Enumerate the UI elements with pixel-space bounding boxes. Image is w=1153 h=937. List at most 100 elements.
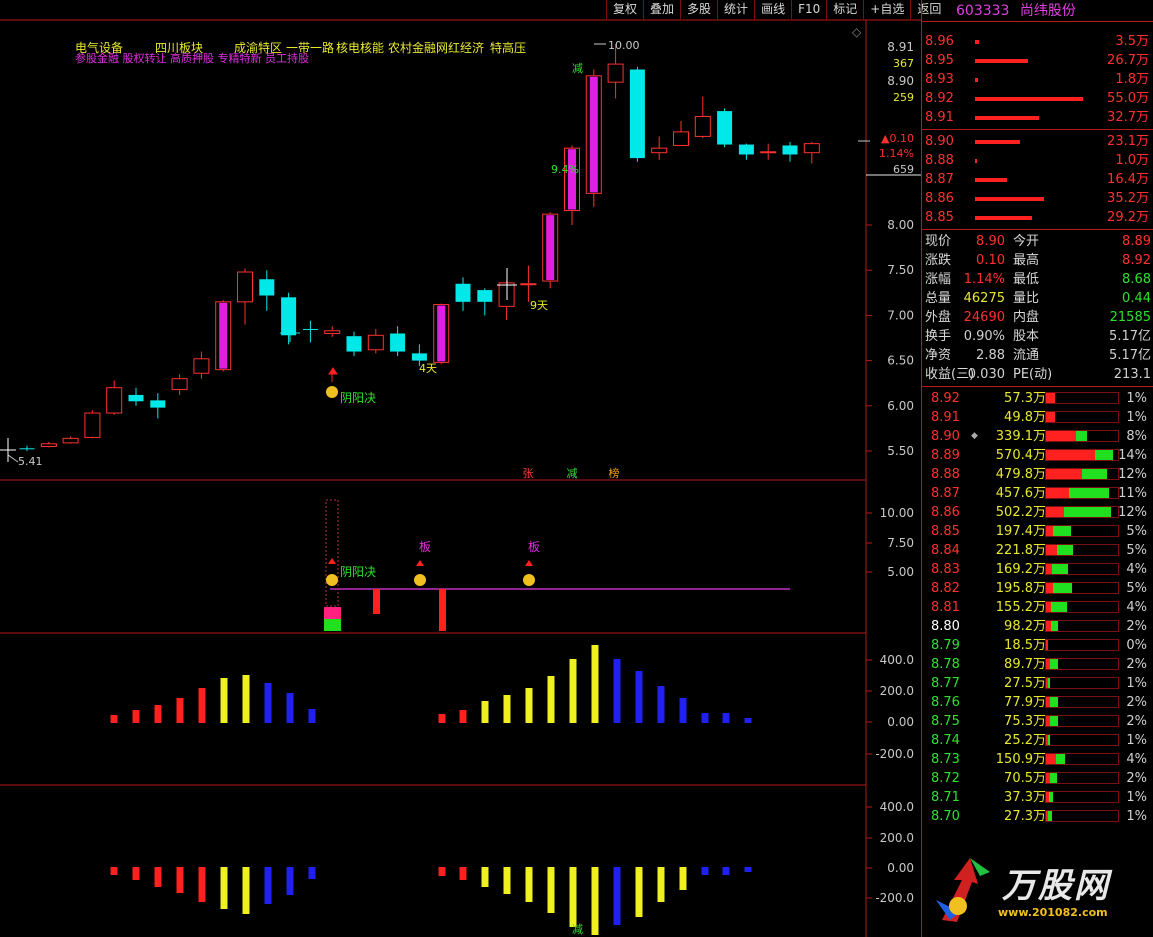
ask-bar (975, 40, 980, 44)
indicator-bar (438, 867, 446, 876)
jian-annotation: 减 (572, 923, 583, 936)
vbp-bar (1045, 468, 1119, 480)
stock-chart-window: 复权 叠加 多股 统计 画线 F10 标记 +自选 返回 10.00 7.50 5.… (0, 0, 1153, 937)
volume-by-price: 8.92 57.3万 1% 8.91 49.8万 1% 8.90 339.1万 8% ◆ 8.89 5… (922, 389, 1153, 826)
candle-body-highlight (546, 215, 555, 281)
ask-price: 8.96 (925, 34, 954, 49)
stat-label: 收益(三) (925, 367, 975, 382)
candle-body (607, 63, 624, 83)
stat-label: 量比 (1013, 291, 1040, 306)
bid-row[interactable]: 8.87 16.4万 (922, 170, 1153, 189)
indicator-bar (525, 688, 533, 723)
y-tick-label: 0.00 (887, 715, 914, 729)
stat-row: 净资 2.88 流通 5.17亿 (922, 346, 1153, 365)
indicator-bar (569, 867, 577, 927)
vbp-price: 8.77 (931, 676, 960, 691)
vbp-bar (1045, 430, 1119, 442)
vbp-price: 8.91 (931, 410, 960, 425)
ask-row[interactable]: 8.93 1.8万 (922, 70, 1153, 89)
candle-body (651, 147, 668, 154)
indicator-bar (635, 867, 643, 917)
current-price-marker-icon: ◆ (971, 431, 978, 441)
bid-row[interactable]: 8.90 23.1万 (922, 132, 1153, 151)
vbp-percent: 14% (1118, 448, 1147, 463)
bid-row[interactable]: 8.86 35.2万 (922, 189, 1153, 208)
volume-price-row: 8.84 221.8万 5% (922, 541, 1153, 560)
stat-value: 0.10 (976, 253, 1005, 268)
ask-bar (975, 59, 1028, 63)
volume-price-row: 8.86 502.2万 12% (922, 503, 1153, 522)
candle-body (281, 297, 297, 336)
vbp-volume: 98.2万 (1004, 619, 1046, 634)
vbp-volume: 457.6万 (995, 486, 1046, 501)
y-info-vol: 659 (893, 163, 914, 176)
vbp-bar (1045, 734, 1119, 746)
ban-annotation: 板 (528, 540, 540, 554)
vbp-bar (1045, 677, 1119, 689)
candle-body (237, 271, 253, 303)
volume-price-row: 8.85 197.4万 5% (922, 522, 1153, 541)
indicator-bar (308, 709, 316, 723)
indicator-bar (679, 698, 687, 723)
vbp-percent: 5% (1126, 524, 1147, 539)
indicator-bar (176, 698, 184, 723)
bid-bar (975, 178, 1008, 182)
stat-value: 0.90% (963, 329, 1005, 344)
volume-price-row: 8.74 25.2万 1% (922, 731, 1153, 750)
candlesticks (19, 44, 820, 451)
indicator-bar (722, 713, 730, 723)
indicator-bar (264, 867, 272, 904)
candle-body (106, 387, 123, 414)
vbp-price: 8.71 (931, 790, 960, 805)
candle-body-highlight (589, 76, 598, 193)
indicator-bar (613, 867, 621, 925)
y-tick-label: 200.0 (880, 684, 914, 698)
stat-value: 8.89 (1122, 234, 1151, 249)
vbp-bar (1045, 544, 1119, 556)
volume-price-row: 8.83 169.2万 4% (922, 560, 1153, 579)
concept-tag: 特高压 (490, 40, 526, 55)
quote-stats: 现价 8.90 今开 8.89 涨跌 0.10 最高 8.92 涨幅 1.14% 最低 8.68 总量 4… (922, 232, 1153, 384)
stat-label: PE(动) (1013, 367, 1053, 382)
indicator-bar (176, 867, 184, 893)
indicator-panel-3: 400.0 200.0 0.00 -200.0 (110, 645, 914, 761)
indicator-bar (324, 619, 341, 631)
settings-icon: ◇ (852, 25, 862, 39)
bid-row[interactable]: 8.88 1.0万 (922, 151, 1153, 170)
vbp-percent: 1% (1126, 790, 1147, 805)
up-arrow-icon (416, 560, 424, 566)
vbp-bar (1045, 506, 1119, 518)
indicator-bar (679, 867, 687, 890)
vbp-price: 8.92 (931, 391, 960, 406)
up-arrow-icon (525, 560, 533, 566)
indicator-bar (591, 867, 599, 935)
ask-volume: 26.7万 (1107, 53, 1149, 68)
stat-value: 1.14% (963, 272, 1005, 287)
vbp-price: 8.89 (931, 448, 960, 463)
vbp-bar (1045, 487, 1119, 499)
high-price-label: 10.00 (608, 39, 640, 52)
vbp-price: 8.79 (931, 638, 960, 653)
ask-row[interactable]: 8.92 55.0万 (922, 89, 1153, 108)
stat-label: 股本 (1013, 329, 1040, 344)
vbp-price: 8.72 (931, 771, 960, 786)
kline-chart-area[interactable]: 10.007.505.00阴阳决板板 400.0200.00.00-200.0 … (0, 0, 921, 937)
vbp-volume: 169.2万 (995, 562, 1046, 577)
bid-row[interactable]: 8.85 29.2万 (922, 208, 1153, 227)
vbp-price: 8.73 (931, 752, 960, 767)
ask-row[interactable]: 8.91 32.7万 (922, 108, 1153, 127)
ask-row[interactable]: 8.95 26.7万 (922, 51, 1153, 70)
bid-price: 8.86 (925, 191, 954, 206)
stat-value: 5.17亿 (1109, 348, 1151, 363)
candle-body (520, 283, 537, 286)
candle-body (803, 143, 820, 154)
volume-price-row: 8.73 150.9万 4% (922, 750, 1153, 769)
vbp-volume: 221.8万 (995, 543, 1046, 558)
vbp-bar (1045, 411, 1119, 423)
volume-price-row: 8.81 155.2万 4% (922, 598, 1153, 617)
indicator-panel-2: 10.00 7.50 5.00 阴阳决 板 板 (324, 499, 914, 631)
vbp-price: 8.76 (931, 695, 960, 710)
vbp-volume: 479.8万 (995, 467, 1046, 482)
signal-marker: 榜 (609, 466, 620, 480)
ask-row[interactable]: 8.96 3.5万 (922, 32, 1153, 51)
